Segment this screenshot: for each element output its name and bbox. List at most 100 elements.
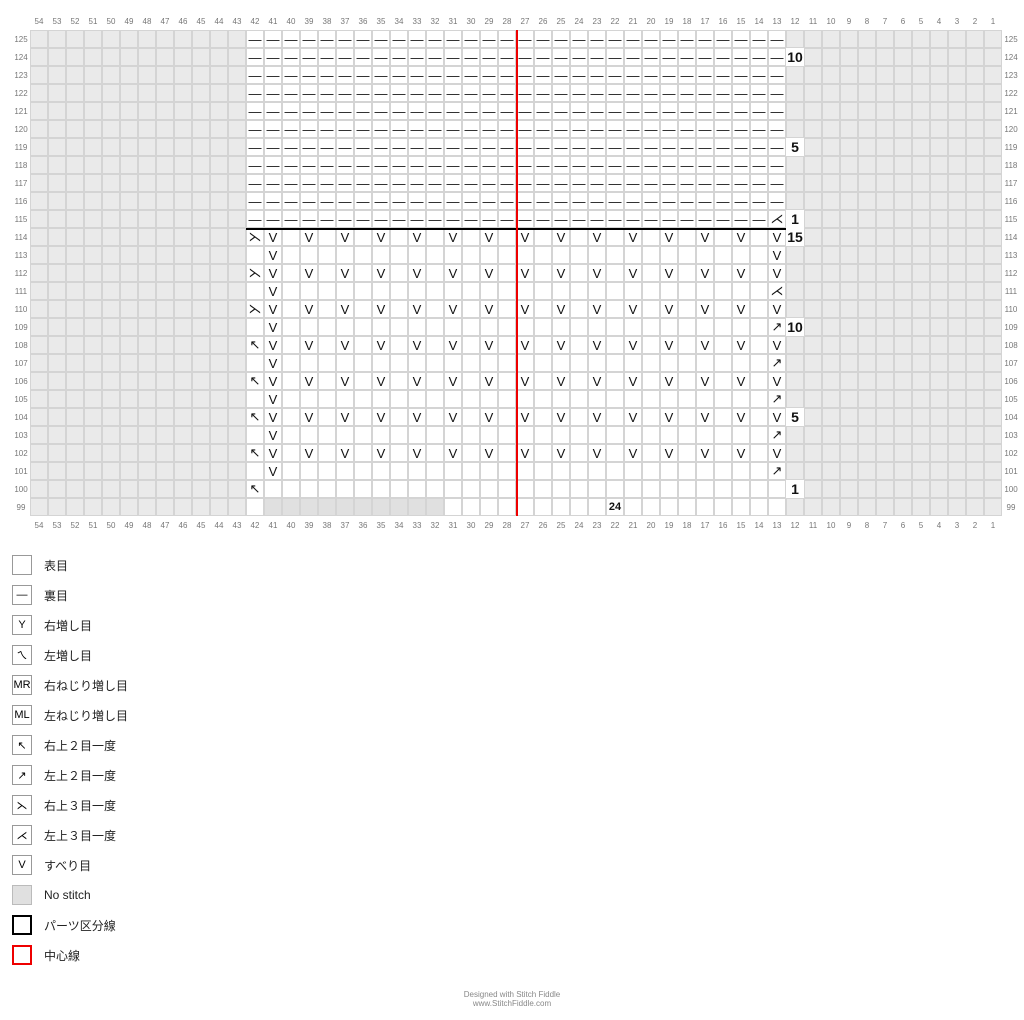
stitch-cell: V	[264, 408, 282, 426]
stitch-cell	[318, 462, 336, 480]
stitch-cell	[156, 372, 174, 390]
stitch-cell	[948, 156, 966, 174]
stitch-cell: —	[732, 174, 750, 192]
stitch-cell	[426, 264, 444, 282]
stitch-cell: —	[732, 30, 750, 48]
stitch-cell	[678, 426, 696, 444]
stitch-cell: —	[732, 192, 750, 210]
stitch-cell	[588, 480, 606, 498]
stitch-cell	[84, 138, 102, 156]
stitch-cell	[498, 300, 516, 318]
stitch-cell	[102, 246, 120, 264]
stitch-cell: V	[768, 372, 786, 390]
stitch-cell	[858, 372, 876, 390]
stitch-cell	[426, 354, 444, 372]
stitch-cell	[156, 318, 174, 336]
stitch-cell: ↖	[246, 408, 264, 426]
stitch-cell: —	[498, 48, 516, 66]
stitch-cell	[840, 336, 858, 354]
stitch-cell	[678, 390, 696, 408]
stitch-cell	[120, 228, 138, 246]
stitch-cell: —	[660, 120, 678, 138]
legend-row: ↗左上２目一度	[12, 764, 1012, 786]
stitch-cell: —	[660, 30, 678, 48]
stitch-cell	[228, 480, 246, 498]
stitch-cell	[174, 120, 192, 138]
stitch-cell	[228, 102, 246, 120]
stitch-cell	[876, 426, 894, 444]
stitch-cell: —	[354, 210, 372, 228]
stitch-cell: V	[264, 390, 282, 408]
stitch-cell	[840, 372, 858, 390]
stitch-cell	[912, 210, 930, 228]
stitch-cell: —	[534, 30, 552, 48]
stitch-cell: —	[372, 66, 390, 84]
stitch-cell: V	[372, 300, 390, 318]
stitch-cell: V	[444, 228, 462, 246]
stitch-cell	[354, 300, 372, 318]
stitch-cell	[696, 480, 714, 498]
stitch-cell	[228, 336, 246, 354]
stitch-cell	[102, 156, 120, 174]
stitch-cell	[462, 300, 480, 318]
stitch-cell: —	[408, 174, 426, 192]
col-label-bottom: 39	[300, 516, 318, 534]
stitch-cell	[84, 354, 102, 372]
stitch-cell	[930, 66, 948, 84]
stitch-cell	[30, 156, 48, 174]
stitch-cell: —	[498, 66, 516, 84]
stitch-cell	[516, 318, 534, 336]
stitch-cell: —	[588, 192, 606, 210]
stitch-cell	[822, 390, 840, 408]
corner	[1002, 12, 1020, 30]
stitch-cell	[300, 282, 318, 300]
stitch-cell	[426, 480, 444, 498]
legend-label: 右上３目一度	[44, 797, 116, 814]
stitch-cell	[552, 498, 570, 516]
stitch-cell: —	[516, 156, 534, 174]
stitch-cell: V	[408, 408, 426, 426]
stitch-cell	[102, 354, 120, 372]
stitch-cell	[876, 174, 894, 192]
stitch-cell	[318, 228, 336, 246]
legend-swatch: Y	[12, 615, 32, 635]
stitch-cell	[822, 264, 840, 282]
stitch-cell	[930, 84, 948, 102]
stitch-cell	[678, 282, 696, 300]
stitch-cell: —	[318, 102, 336, 120]
stitch-cell	[840, 444, 858, 462]
stitch-cell: —	[678, 120, 696, 138]
stitch-cell	[390, 462, 408, 480]
stitch-cell	[84, 120, 102, 138]
stitch-cell: —	[444, 156, 462, 174]
stitch-cell	[30, 372, 48, 390]
stitch-cell	[480, 318, 498, 336]
stitch-cell: —	[516, 30, 534, 48]
stitch-cell	[750, 498, 768, 516]
stitch-cell: —	[354, 102, 372, 120]
stitch-cell: —	[480, 48, 498, 66]
stitch-cell	[408, 480, 426, 498]
stitch-cell	[120, 426, 138, 444]
stitch-cell: —	[534, 210, 552, 228]
stitch-cell	[804, 354, 822, 372]
stitch-cell: V	[624, 300, 642, 318]
stitch-cell	[48, 408, 66, 426]
stitch-cell	[156, 408, 174, 426]
stitch-cell	[390, 264, 408, 282]
stitch-cell	[192, 48, 210, 66]
stitch-cell	[660, 318, 678, 336]
row-label-left: 114	[12, 228, 30, 246]
stitch-cell: —	[660, 102, 678, 120]
stitch-cell: V	[264, 336, 282, 354]
row-label-right: 114	[1002, 228, 1020, 246]
stitch-cell	[444, 390, 462, 408]
col-label-top: 44	[210, 12, 228, 30]
stitch-cell	[282, 498, 300, 516]
stitch-cell: —	[642, 84, 660, 102]
stitch-cell: —	[768, 102, 786, 120]
stitch-cell: V	[372, 408, 390, 426]
stitch-cell	[282, 228, 300, 246]
stitch-cell	[912, 480, 930, 498]
stitch-cell	[462, 264, 480, 282]
